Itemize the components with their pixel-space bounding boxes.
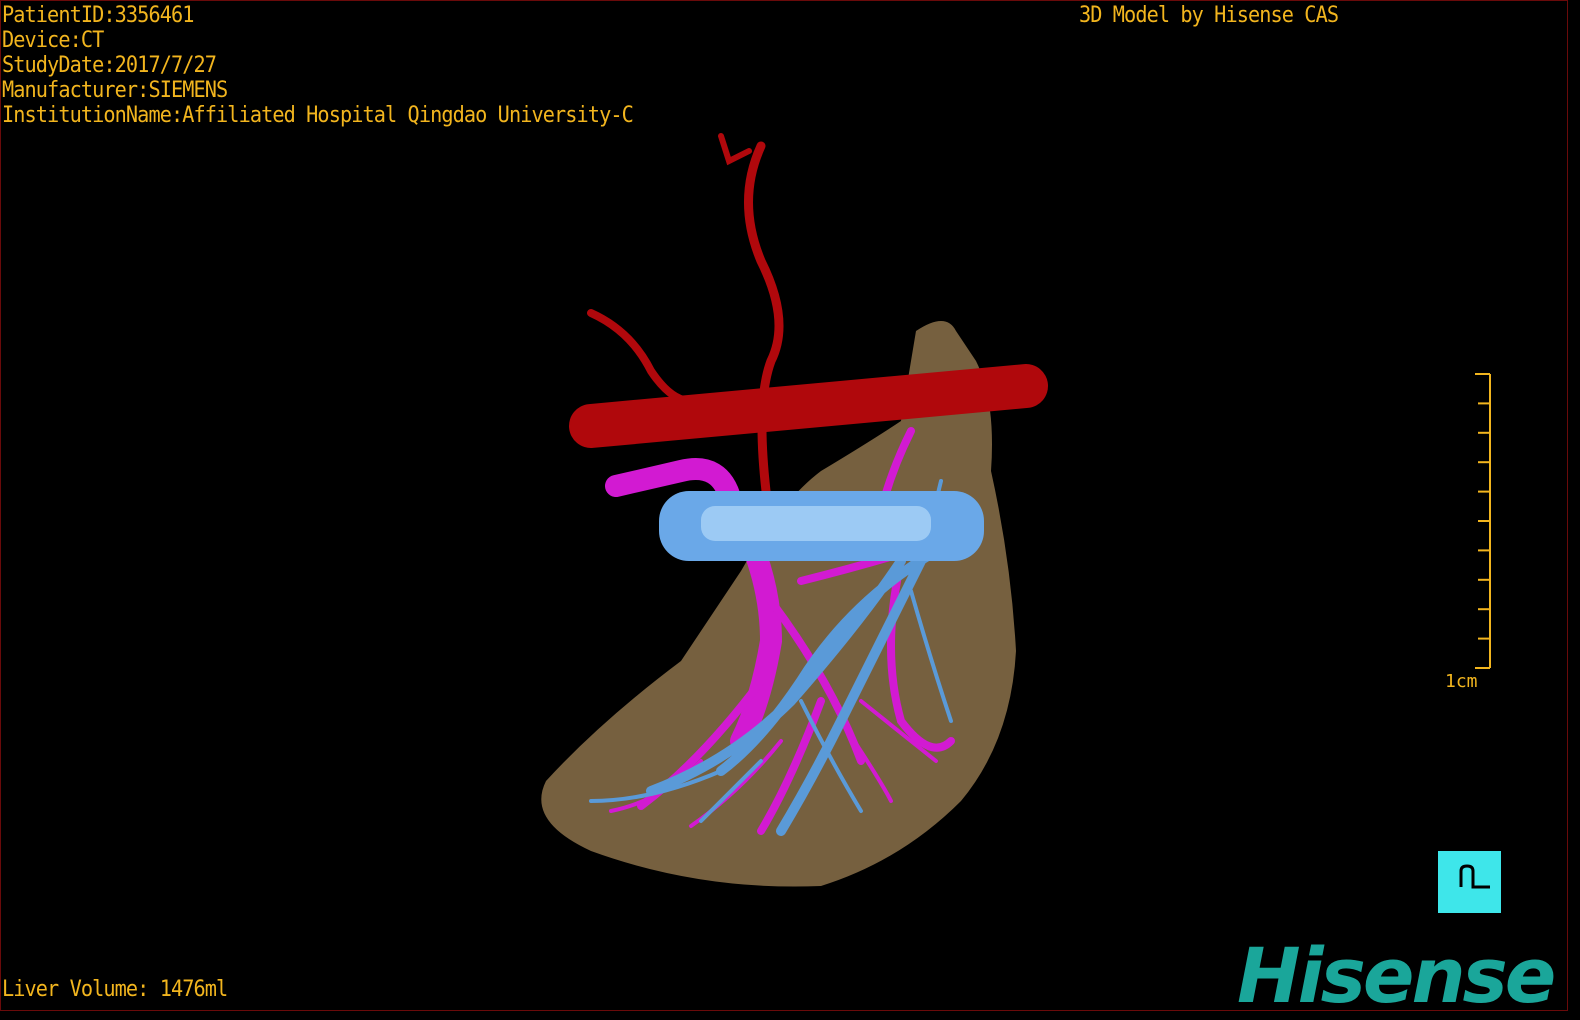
manufacturer: Manufacturer:SIEMENS bbox=[2, 78, 228, 103]
scale-bar bbox=[1475, 373, 1491, 669]
orientation-p-icon bbox=[1459, 864, 1490, 889]
liver-volume: Liver Volume: 1476ml bbox=[2, 977, 228, 1002]
patient-id: PatientID:3356461 bbox=[2, 3, 194, 28]
liver-3d-model[interactable] bbox=[1, 1, 1567, 1010]
3d-viewport[interactable]: PatientID:3356461 Device:CT StudyDate:20… bbox=[0, 0, 1568, 1020]
hisense-logo: Hisense bbox=[1237, 931, 1556, 1020]
study-date: StudyDate:2017/7/27 bbox=[2, 53, 217, 78]
model-caption: 3D Model by Hisense CAS bbox=[1079, 3, 1339, 28]
scale-label: 1cm bbox=[1445, 671, 1478, 692]
device: Device:CT bbox=[2, 28, 104, 53]
study-info: PatientID:3356461 Device:CT StudyDate:20… bbox=[2, 3, 634, 128]
orientation-marker[interactable] bbox=[1438, 851, 1501, 913]
institution-name: InstitutionName:Affiliated Hospital Qing… bbox=[2, 103, 634, 128]
